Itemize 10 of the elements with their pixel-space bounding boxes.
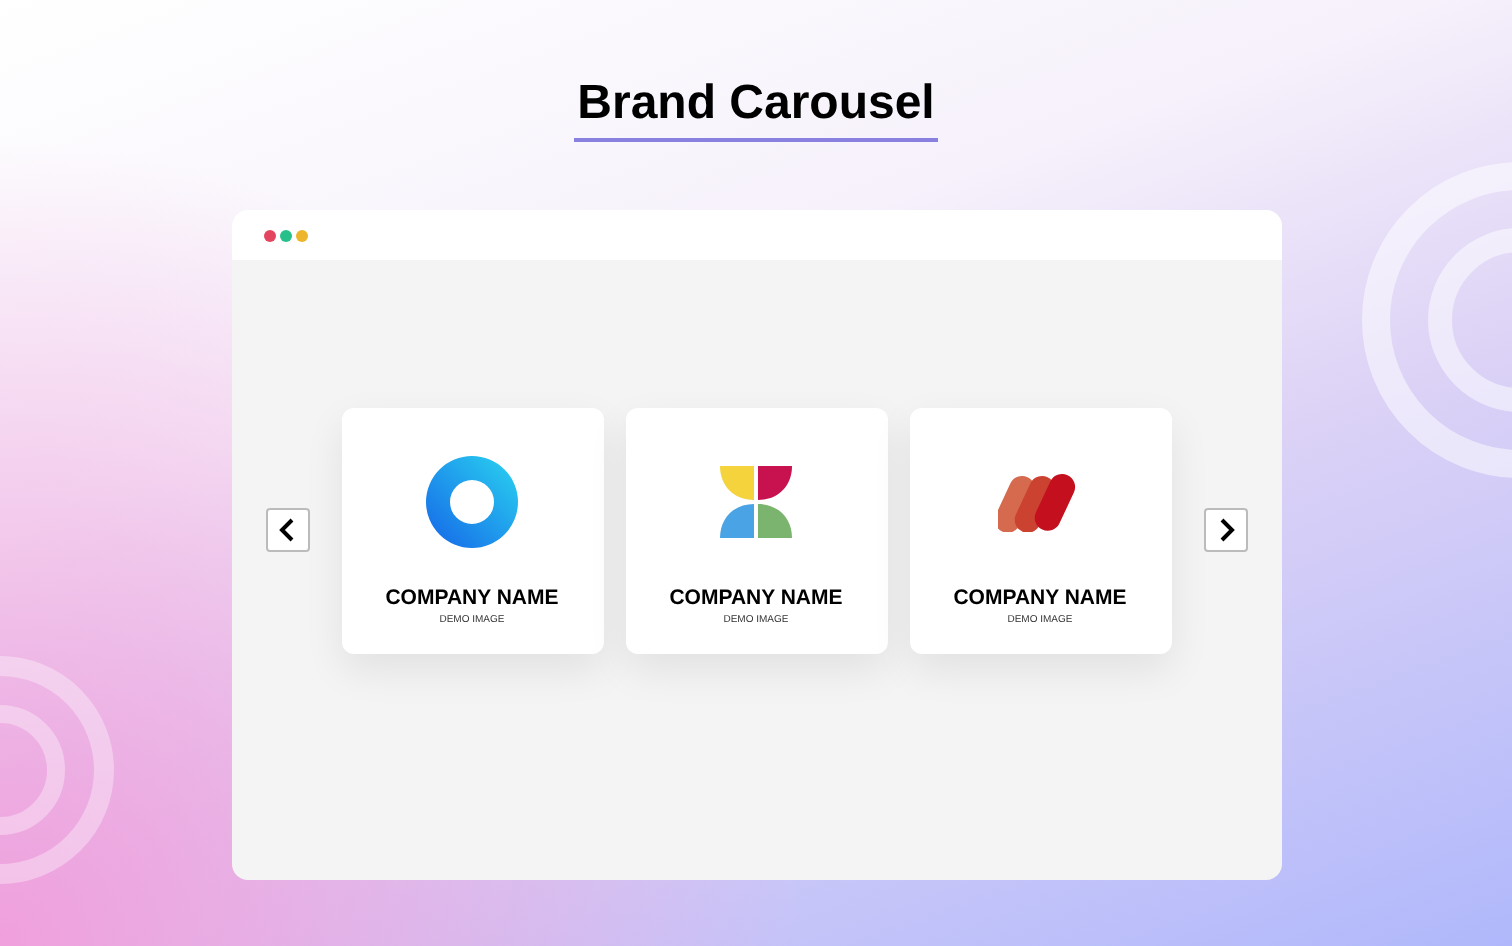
- company-name: COMPANY NAME: [669, 583, 843, 611]
- next-button[interactable]: [1203, 508, 1247, 552]
- chevron-left-icon: [277, 518, 297, 542]
- ring-logo-icon: [426, 455, 518, 547]
- chevron-right-icon: [1215, 518, 1235, 542]
- previous-button[interactable]: [265, 508, 309, 552]
- company-name: COMPANY NAME: [385, 583, 559, 611]
- page-title: Brand Carousel: [573, 76, 939, 142]
- company-name: COMPANY NAME: [953, 583, 1127, 611]
- four-petal-logo-icon: [720, 465, 792, 537]
